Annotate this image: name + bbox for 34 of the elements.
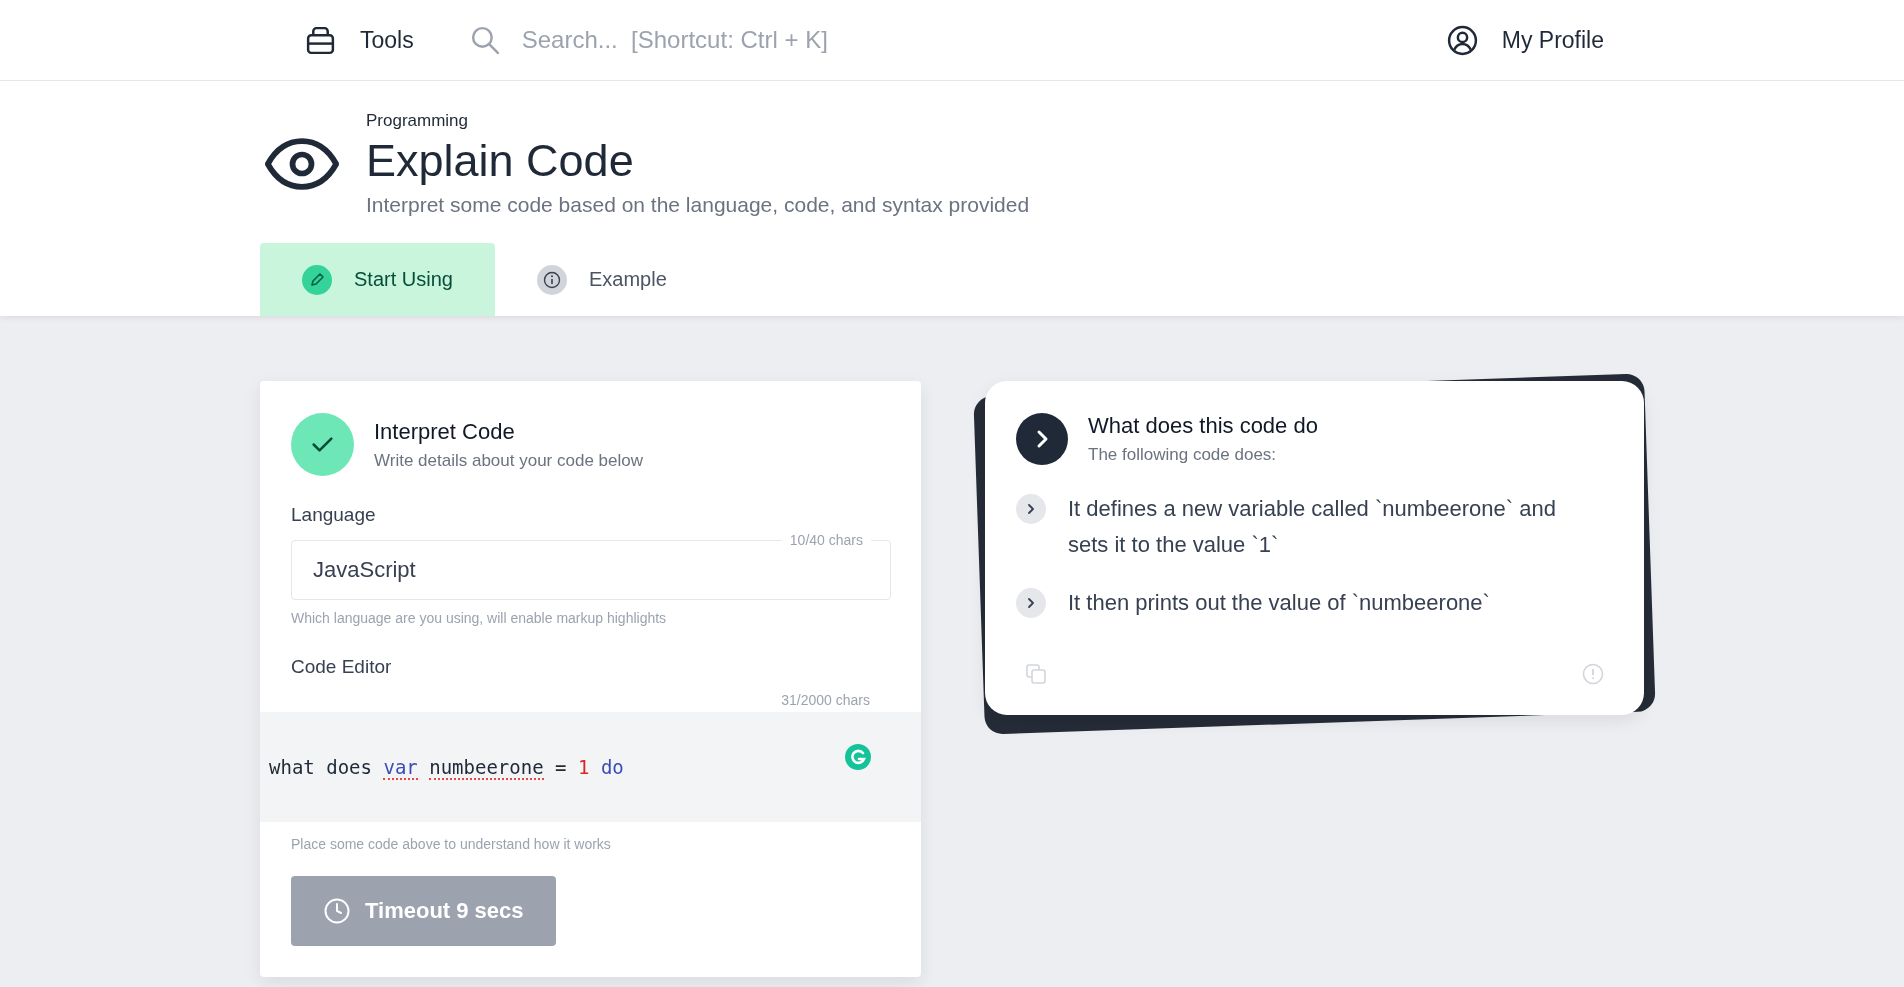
card-subtitle: The following code does: [1088, 445, 1278, 465]
alert-icon[interactable] [1582, 663, 1604, 685]
grammar-check-icon[interactable] [845, 744, 871, 770]
code-text: what does var numbeerone = 1 do [269, 756, 624, 778]
copy-icon[interactable] [1025, 663, 1047, 685]
field-label: Language [291, 504, 377, 526]
category-label: Programming [366, 111, 470, 131]
page-subtitle: Interpret some code based on the language, code, and syntax provided [366, 193, 1030, 217]
result-item: It then prints out the value of `numbeerone` [1068, 589, 1490, 617]
chevron-icon [1016, 413, 1068, 465]
char-counter: 10/40 chars [781, 532, 871, 548]
pencil-icon [302, 264, 332, 295]
card-title: Interpret Code [374, 418, 516, 445]
result-item: It defines a new variable called `numbeerone` and sets it to the value `1` [1068, 495, 1557, 559]
clock-icon [323, 897, 351, 925]
field-label: Code Editor [291, 656, 393, 678]
tools-link[interactable]: Tools [304, 23, 414, 57]
check-icon [291, 413, 354, 476]
card-subtitle: Write details about your code below [374, 450, 643, 471]
info-icon [536, 264, 567, 295]
chevron-icon [1016, 588, 1046, 618]
card-title: What does this code do [1088, 413, 1318, 439]
search-field[interactable]: Search... [Shortcut: Ctrl + K] [519, 25, 1024, 55]
help-text: Place some code above to understand how it works [291, 836, 612, 852]
user-icon [1445, 23, 1479, 57]
profile-link[interactable]: My Profile [1445, 23, 1604, 57]
tab[interactable]: Start Using [260, 243, 495, 316]
chevron-icon [1016, 494, 1046, 524]
page-title: Explain Code [366, 135, 635, 187]
eye-icon [264, 137, 340, 191]
tab[interactable]: Example [494, 243, 709, 316]
char-counter: 31/2000 chars [781, 692, 870, 708]
code-editor[interactable]: what does var numbeerone = 1 do [260, 712, 921, 822]
help-text: Which language are you using, will enable markup highlights [291, 610, 668, 626]
